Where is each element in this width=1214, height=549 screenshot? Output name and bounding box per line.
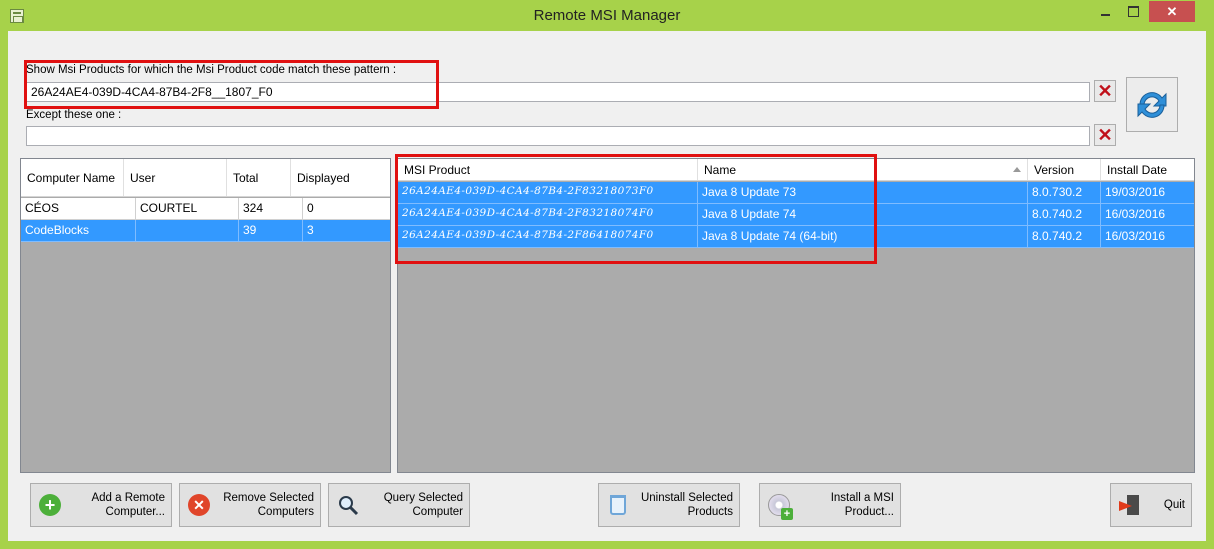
exclude-pattern-input[interactable] <box>26 126 1090 146</box>
exclude-pattern-label: Except these one : <box>26 109 122 121</box>
column-header-total[interactable]: Total <box>227 159 291 196</box>
column-header-version[interactable]: Version <box>1028 159 1101 180</box>
column-header-computer-name[interactable]: Computer Name <box>21 159 124 196</box>
red-x-icon: ✕ <box>1097 81 1113 101</box>
remove-selected-computers-label: Remove Selected Computers <box>223 492 314 518</box>
sort-ascending-icon <box>1013 167 1021 172</box>
app-window: Remote MSI Manager ✕ Show Msi Products f… <box>0 0 1214 549</box>
cell-user <box>136 220 239 242</box>
disc-install-icon <box>768 494 793 520</box>
cell-user: COURTEL <box>136 198 239 220</box>
minimize-button[interactable] <box>1092 1 1118 22</box>
magnifier-icon <box>339 496 359 516</box>
main-panel: Show Msi Products for which the Msi Prod… <box>8 31 1206 541</box>
remove-icon: ✕ <box>188 494 210 516</box>
add-icon: + <box>39 494 61 516</box>
table-row[interactable]: CÉOS COURTEL 324 0 <box>21 198 390 220</box>
highlight-box-filter <box>24 60 439 109</box>
title-bar[interactable]: Remote MSI Manager ✕ <box>0 0 1214 31</box>
close-icon: ✕ <box>1166 3 1178 19</box>
clear-exclude-button[interactable]: ✕ <box>1094 124 1116 146</box>
cell-displayed: 3 <box>303 220 390 242</box>
add-remote-computer-label: Add a Remote Computer... <box>91 492 165 518</box>
query-selected-computer-button[interactable]: Query Selected Computer <box>328 483 470 527</box>
column-header-user[interactable]: User <box>124 159 227 196</box>
uninstall-selected-products-label: Uninstall Selected Products <box>640 492 733 518</box>
cell-total: 39 <box>239 220 303 242</box>
column-header-install-date[interactable]: Install Date <box>1101 159 1194 180</box>
cell-computer-name: CodeBlocks <box>21 220 136 242</box>
close-button[interactable]: ✕ <box>1149 1 1195 22</box>
cell-version: 8.0.740.2 <box>1028 204 1101 226</box>
maximize-button[interactable] <box>1120 1 1146 22</box>
red-x-icon: ✕ <box>1097 125 1113 145</box>
cell-install-date: 19/03/2016 <box>1101 182 1194 204</box>
cell-version: 8.0.740.2 <box>1028 226 1101 248</box>
table-row[interactable]: CodeBlocks 39 3 <box>21 220 390 242</box>
add-remote-computer-button[interactable]: + Add a Remote Computer... <box>30 483 172 527</box>
cell-displayed: 0 <box>303 198 390 220</box>
exit-door-icon <box>1119 494 1141 516</box>
install-msi-product-label: Install a MSI Product... <box>830 492 894 518</box>
computers-grid[interactable]: Computer Name User Total Displayed CÉOS … <box>20 158 391 473</box>
cell-total: 324 <box>239 198 303 220</box>
cell-version: 8.0.730.2 <box>1028 182 1101 204</box>
window-title: Remote MSI Manager <box>533 7 681 24</box>
column-header-displayed[interactable]: Displayed <box>291 159 390 196</box>
computers-grid-header: Computer Name User Total Displayed <box>21 159 390 197</box>
quit-button[interactable]: Quit <box>1110 483 1192 527</box>
uninstall-selected-products-button[interactable]: Uninstall Selected Products <box>598 483 740 527</box>
remove-selected-computers-button[interactable]: ✕ Remove Selected Computers <box>179 483 321 527</box>
refresh-icon <box>1137 91 1167 118</box>
cell-install-date: 16/03/2016 <box>1101 226 1194 248</box>
query-selected-computer-label: Query Selected Computer <box>383 492 463 518</box>
refresh-button[interactable] <box>1126 77 1178 132</box>
quit-label: Quit <box>1163 499 1185 511</box>
install-msi-product-button[interactable]: Install a MSI Product... <box>759 483 901 527</box>
trash-icon <box>610 495 626 515</box>
cell-computer-name: CÉOS <box>21 198 136 220</box>
highlight-box-products <box>395 154 877 264</box>
cell-install-date: 16/03/2016 <box>1101 204 1194 226</box>
clear-include-button[interactable]: ✕ <box>1094 80 1116 102</box>
